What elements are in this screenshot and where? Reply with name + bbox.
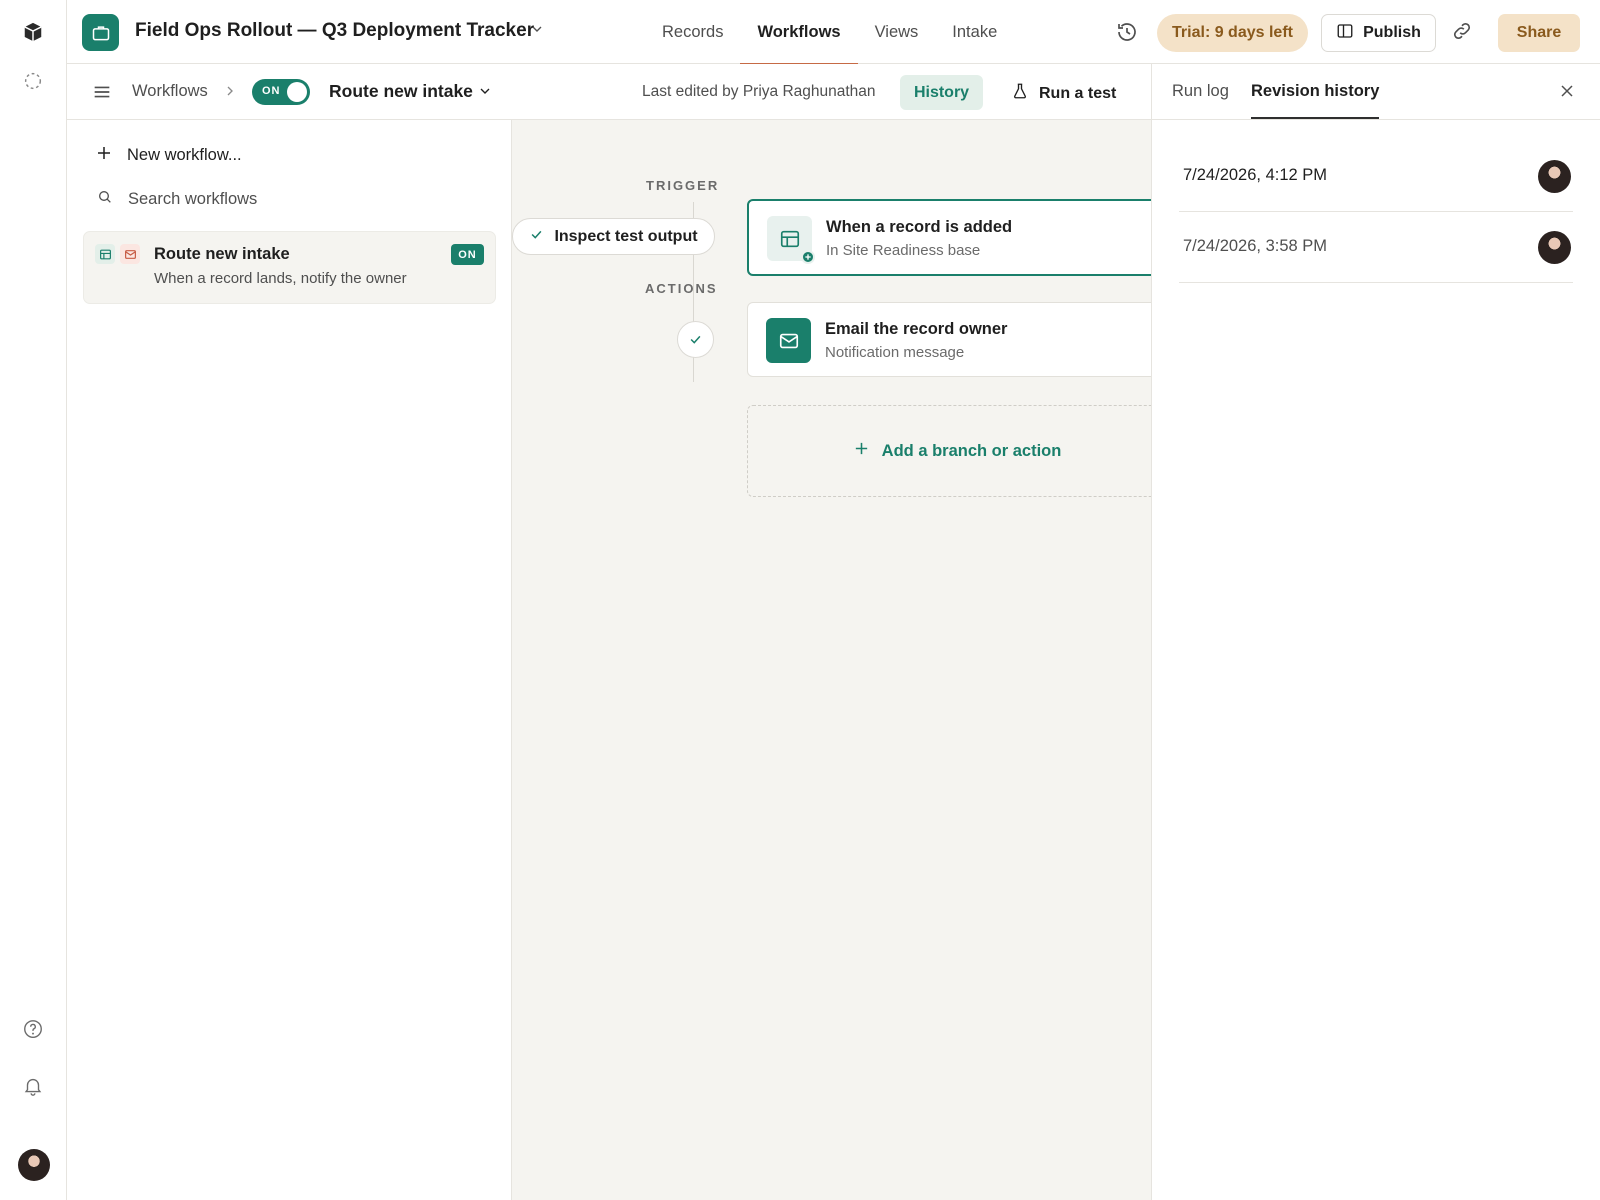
list-item[interactable]: Route new intake When a record lands, no… bbox=[83, 231, 496, 304]
table-icon bbox=[95, 244, 115, 264]
chevron-down-icon[interactable] bbox=[477, 83, 493, 104]
trigger-section-label: TRIGGER bbox=[646, 178, 720, 193]
publish-icon bbox=[1336, 22, 1354, 45]
chevron-down-icon[interactable] bbox=[529, 21, 545, 42]
plus-icon bbox=[853, 440, 870, 462]
workflow-name[interactable]: Route new intake bbox=[329, 81, 473, 102]
flask-icon bbox=[1011, 82, 1029, 105]
revision-entry[interactable]: 7/24/2026, 4:12 PM bbox=[1179, 141, 1573, 212]
new-workflow-button[interactable]: New workflow... bbox=[95, 144, 242, 167]
cube-logo-icon[interactable] bbox=[21, 20, 45, 44]
tab-run-log[interactable]: Run log bbox=[1172, 82, 1229, 101]
search-icon bbox=[97, 189, 113, 210]
revision-panel-tabs: Run log Revision history bbox=[1152, 64, 1600, 120]
avatar bbox=[1538, 160, 1571, 193]
help-icon[interactable] bbox=[21, 1017, 45, 1041]
check-icon bbox=[690, 335, 701, 344]
trigger-subtitle: In Site Readiness base bbox=[826, 242, 981, 259]
tab-workflows[interactable]: Workflows bbox=[740, 0, 858, 65]
toggle-knob bbox=[287, 82, 307, 102]
loading-icon bbox=[21, 69, 45, 93]
mail-icon bbox=[120, 244, 140, 264]
revision-entry[interactable]: 7/24/2026, 3:58 PM bbox=[1179, 212, 1573, 283]
workflow-item-title: Route new intake bbox=[154, 245, 290, 263]
plus-icon bbox=[801, 250, 815, 264]
share-button[interactable]: Share bbox=[1498, 14, 1580, 52]
last-edited-text: Last edited by Priya Raghunathan bbox=[642, 83, 876, 100]
tab-views[interactable]: Views bbox=[858, 0, 936, 64]
publish-button[interactable]: Publish bbox=[1321, 14, 1436, 52]
tab-intake[interactable]: Intake bbox=[935, 0, 1014, 64]
history-icon[interactable] bbox=[1115, 20, 1139, 49]
avatar bbox=[1538, 231, 1571, 264]
run-test-button[interactable]: Run a test bbox=[1011, 82, 1116, 105]
action-node[interactable]: Email the record owner Notification mess… bbox=[747, 302, 1151, 377]
action-status-check bbox=[677, 321, 714, 358]
status-badge: ON bbox=[451, 244, 484, 265]
search-workflows-input[interactable]: Search workflows bbox=[97, 189, 257, 210]
trigger-node[interactable]: When a record is added In Site Readiness… bbox=[747, 199, 1151, 276]
revision-panel: Run log Revision history 7/24/2026, 4:12… bbox=[1151, 64, 1600, 1200]
revision-timestamp: 7/24/2026, 4:12 PM bbox=[1183, 166, 1328, 184]
action-title: Email the record owner bbox=[825, 320, 1008, 338]
trigger-title: When a record is added bbox=[826, 218, 1013, 236]
link-icon[interactable] bbox=[1451, 20, 1473, 47]
check-icon bbox=[529, 227, 544, 247]
plus-icon bbox=[95, 144, 113, 167]
chevron-right-icon bbox=[222, 83, 238, 104]
workflow-list-panel: New workflow... Search workflows Route n… bbox=[67, 120, 512, 1200]
left-rail bbox=[0, 0, 67, 1200]
workflow-toolbar: Workflows ON Route new intake Last edite… bbox=[67, 64, 1151, 120]
add-branch-label: Add a branch or action bbox=[881, 441, 1062, 460]
breadcrumb-workflows[interactable]: Workflows bbox=[132, 82, 208, 101]
new-workflow-label: New workflow... bbox=[127, 146, 242, 164]
base-title[interactable]: Field Ops Rollout — Q3 Deployment Tracke… bbox=[135, 20, 534, 42]
menu-icon[interactable] bbox=[91, 81, 113, 108]
add-branch-button[interactable]: Add a branch or action bbox=[747, 405, 1151, 497]
workflow-canvas: TRIGGER ACTIONS Inspect test output When… bbox=[512, 120, 1151, 1200]
revision-timestamp: 7/24/2026, 3:58 PM bbox=[1183, 237, 1328, 255]
action-subtitle: Notification message bbox=[825, 344, 965, 361]
tab-revision-history[interactable]: Revision history bbox=[1251, 82, 1380, 119]
inspect-test-output-button[interactable]: Inspect test output bbox=[512, 218, 715, 255]
table-icon bbox=[767, 216, 815, 264]
tab-records[interactable]: Records bbox=[645, 0, 740, 64]
history-button[interactable]: History bbox=[900, 75, 983, 110]
top-header: Field Ops Rollout — Q3 Deployment Tracke… bbox=[67, 0, 1600, 65]
close-icon[interactable] bbox=[1557, 81, 1577, 106]
search-placeholder: Search workflows bbox=[128, 190, 258, 208]
actions-section-label: ACTIONS bbox=[645, 281, 718, 296]
user-avatar[interactable] bbox=[18, 1149, 50, 1181]
briefcase-icon[interactable] bbox=[82, 14, 119, 51]
run-test-label: Run a test bbox=[1039, 84, 1117, 102]
bell-icon[interactable] bbox=[21, 1074, 45, 1098]
workflow-toggle[interactable]: ON bbox=[252, 79, 310, 105]
trial-badge[interactable]: Trial: 9 days left bbox=[1157, 14, 1308, 52]
mail-icon bbox=[766, 318, 811, 363]
main-tabs: Records Workflows Views Intake bbox=[645, 0, 1014, 65]
toggle-label: ON bbox=[262, 85, 281, 97]
workflow-item-description: When a record lands, notify the owner bbox=[154, 270, 407, 287]
publish-label: Publish bbox=[1363, 24, 1421, 41]
inspect-label: Inspect test output bbox=[554, 227, 698, 245]
